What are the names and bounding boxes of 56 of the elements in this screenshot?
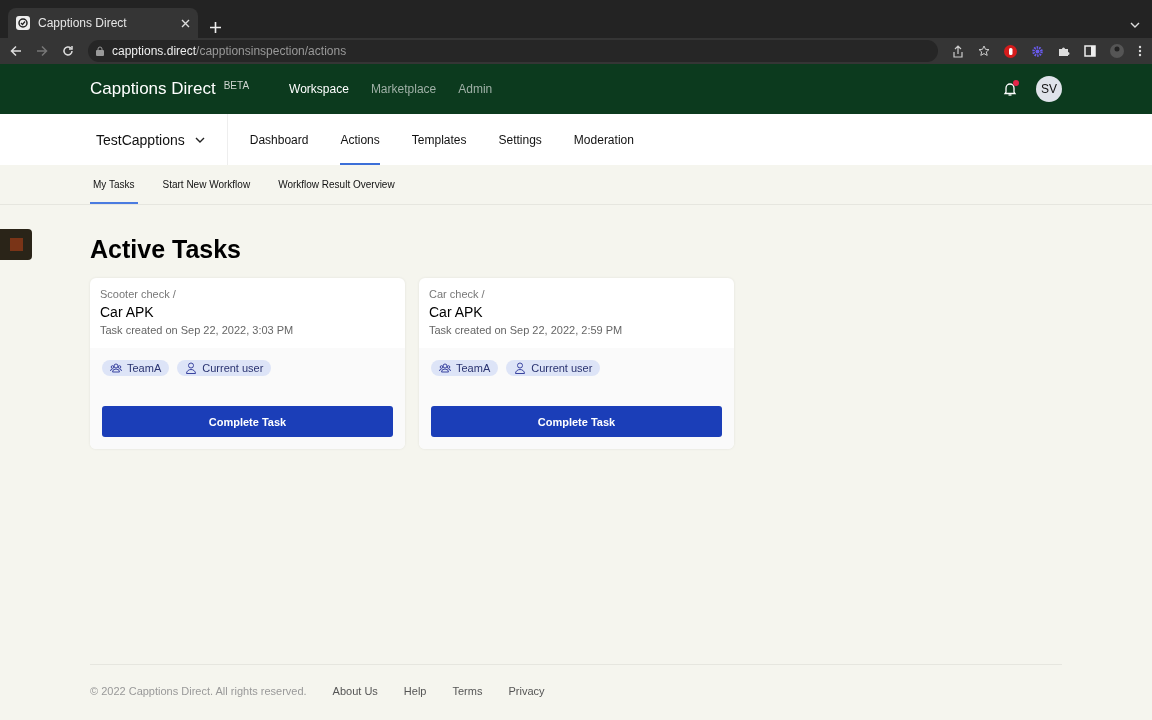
header-nav-link[interactable]: Workspace [289, 82, 349, 96]
user-icon [514, 362, 527, 374]
brand-name: Capptions Direct [90, 79, 216, 99]
nav-tab[interactable]: Dashboard [249, 116, 309, 165]
task-created-date: Task created on Sep 22, 2022, 2:59 PM [429, 324, 624, 336]
task-created-date: Task created on Sep 22, 2022, 3:03 PM [100, 324, 295, 336]
footer-link[interactable]: Privacy [508, 685, 545, 697]
puzzle-icon[interactable] [1058, 45, 1070, 57]
bell-icon[interactable] [1002, 81, 1018, 97]
complete-task-button[interactable]: Complete Task [102, 406, 393, 437]
more-icon[interactable] [1138, 45, 1142, 57]
back-arrow-icon[interactable] [10, 45, 22, 57]
gear-icon[interactable] [1031, 44, 1044, 58]
nav-tab[interactable]: Moderation [573, 116, 634, 165]
org-selector[interactable]: TestCapptions [90, 114, 228, 165]
close-icon[interactable] [181, 18, 190, 28]
forward-arrow-icon[interactable] [36, 45, 48, 57]
user-avatar[interactable]: SV [1036, 76, 1062, 102]
footer-link[interactable]: Help [403, 685, 427, 697]
assignee-label: TeamA [127, 362, 162, 374]
footer-link[interactable]: About Us [332, 685, 378, 697]
workflow-name: Scooter check / [100, 288, 177, 300]
assignee-label: TeamA [456, 362, 491, 374]
star-icon[interactable] [978, 45, 990, 57]
nav-tab[interactable]: Templates [411, 116, 467, 165]
site-favicon-icon [18, 18, 28, 28]
team-icon [110, 362, 122, 374]
nav-tab[interactable]: Settings [498, 116, 542, 165]
task-title: Car APK [100, 304, 155, 320]
header-nav-link[interactable]: Admin [458, 82, 493, 96]
assignee-label: Current user [202, 362, 264, 374]
page-heading: Active Tasks [90, 235, 242, 264]
user-icon [185, 362, 198, 374]
workflow-name: Car check / [429, 288, 486, 300]
sidebar-icon[interactable] [1084, 45, 1096, 57]
task-title: Car APK [429, 304, 484, 320]
nav-tab[interactable]: Actions [340, 116, 380, 165]
complete-task-button[interactable]: Complete Task [431, 406, 722, 437]
lock-icon [96, 46, 104, 56]
plus-icon[interactable] [210, 22, 221, 33]
sub-tab[interactable]: Start New Workflow [159, 167, 254, 204]
header-nav-link[interactable]: Marketplace [370, 82, 437, 96]
sub-tab[interactable]: My Tasks [90, 167, 138, 204]
footer-link[interactable]: Terms [452, 685, 483, 697]
assignee-label: Current user [531, 362, 593, 374]
sub-tab[interactable]: Workflow Result Overview [275, 167, 398, 204]
address-field[interactable]: capptions.direct/capptionsinspection/actions [88, 40, 938, 62]
share-icon[interactable] [952, 44, 964, 58]
browser-tab[interactable]: Capptions Direct [8, 8, 198, 38]
tab-title: Capptions Direct [38, 16, 128, 30]
team-icon [439, 362, 451, 374]
copyright-text: © 2022 Capptions Direct. All rights reserved. [90, 685, 307, 697]
beta-label: BETA [223, 80, 250, 91]
chevron-down-icon[interactable] [194, 136, 205, 143]
url-text: capptions.direct/capptionsinspection/actions [112, 44, 347, 58]
reload-icon[interactable] [62, 45, 74, 57]
